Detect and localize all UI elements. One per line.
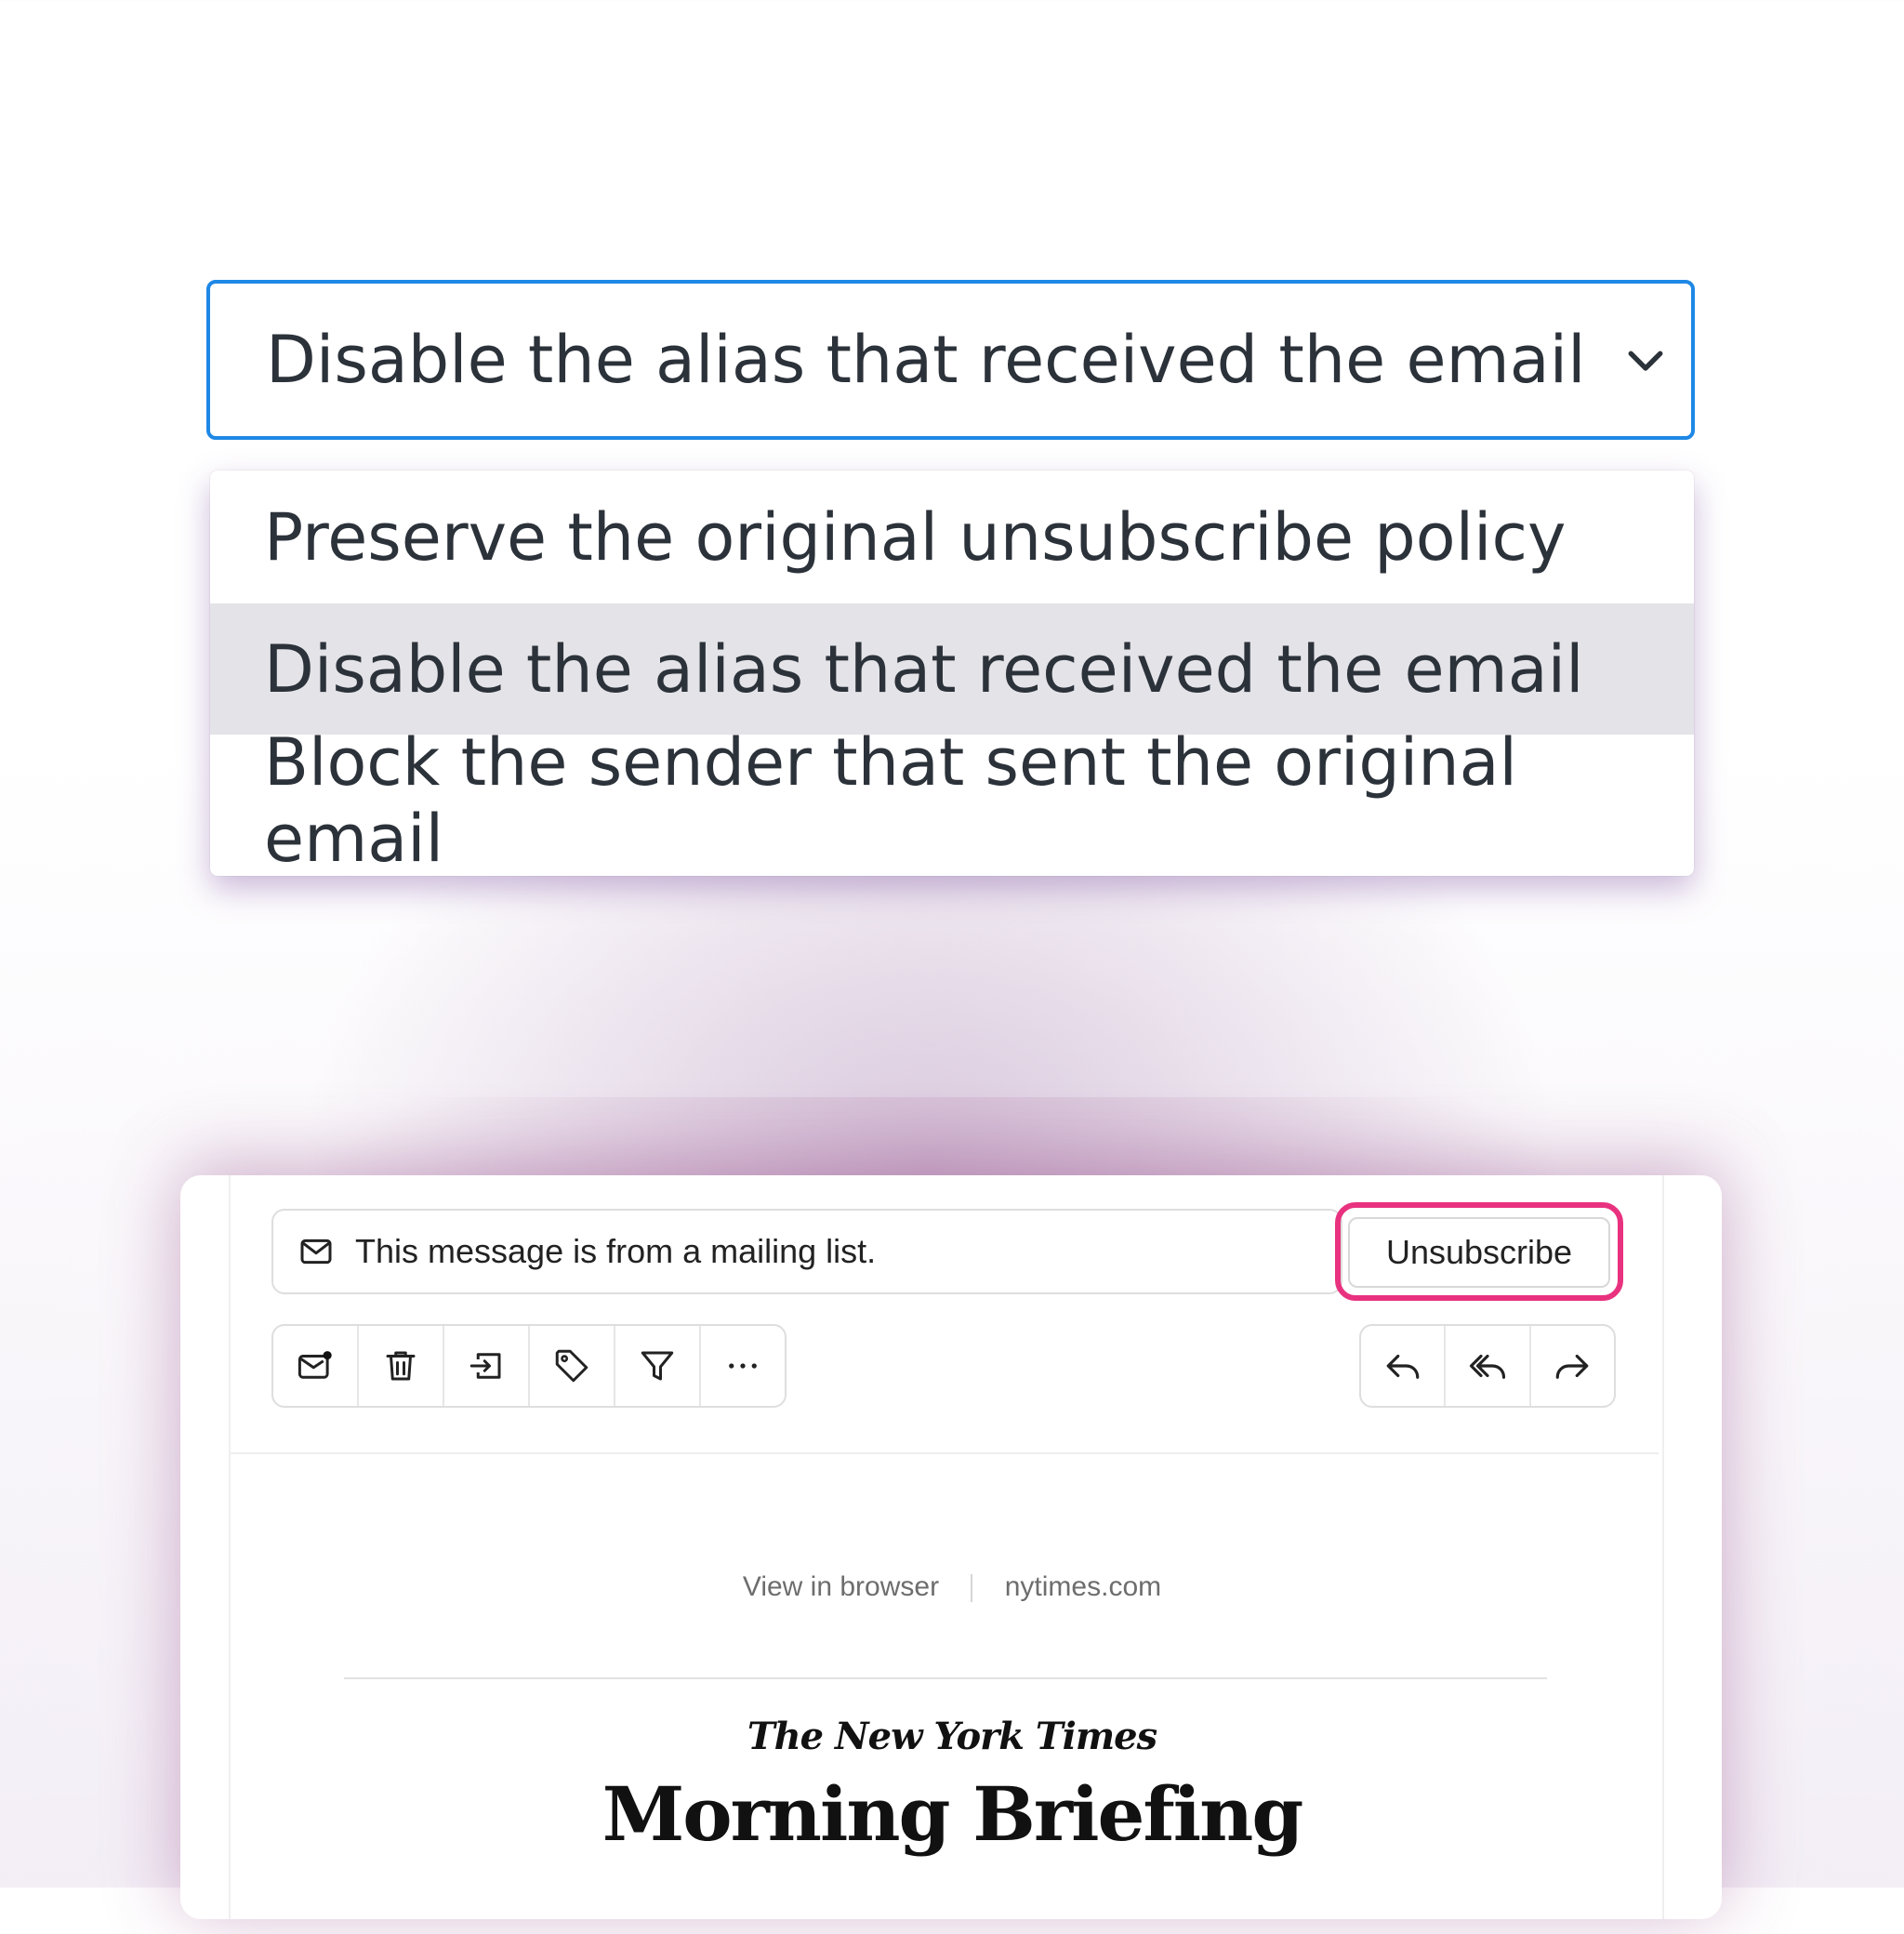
newsletter-title: Morning Briefing [602, 1770, 1304, 1858]
reply-icon [1386, 1354, 1419, 1379]
forward-icon [1555, 1354, 1589, 1379]
publication-logo: The New York Times [747, 1715, 1157, 1758]
link-separator [971, 1574, 973, 1603]
delete-button[interactable] [359, 1326, 444, 1406]
move-icon [469, 1353, 501, 1379]
envelope-icon [300, 1239, 332, 1265]
unsubscribe-label: Unsubscribe [1385, 1233, 1573, 1271]
filter-button[interactable] [615, 1326, 701, 1406]
header-divider [231, 1452, 1659, 1454]
select-options-menu: Preserve the original unsubscribe policy… [210, 470, 1694, 876]
option-label: Disable the alias that received the emai… [264, 630, 1584, 708]
filter-icon [641, 1351, 674, 1381]
site-link[interactable]: nytimes.com [1005, 1571, 1161, 1602]
forward-button[interactable] [1531, 1326, 1614, 1406]
more-icon [729, 1363, 757, 1369]
reply-button[interactable] [1361, 1326, 1447, 1406]
option-preserve-policy[interactable]: Preserve the original unsubscribe policy [210, 470, 1694, 603]
mark-unread-button[interactable] [273, 1326, 359, 1406]
alias-action-select[interactable]: Disable the alias that received the emai… [206, 280, 1695, 440]
reply-toolbar [1359, 1324, 1616, 1408]
move-button[interactable] [444, 1326, 530, 1406]
banner-text: This message is from a mailing list. [355, 1232, 877, 1270]
reply-all-button[interactable] [1446, 1326, 1531, 1406]
chevron-down-icon [1628, 351, 1663, 371]
content-divider [344, 1677, 1547, 1679]
mark-unread-icon [298, 1351, 332, 1379]
mailing-list-banner: This message is from a mailing list. [271, 1209, 1342, 1294]
trash-icon [386, 1351, 416, 1381]
select-current-value: Disable the alias that received the emai… [266, 322, 1586, 398]
label-button[interactable] [530, 1326, 615, 1406]
message-actions-toolbar [271, 1324, 787, 1408]
reply-all-icon [1469, 1354, 1506, 1379]
option-block-sender[interactable]: Block the sender that sent the original … [210, 724, 1694, 877]
view-in-browser-link[interactable]: View in browser [743, 1571, 939, 1602]
tag-icon [555, 1349, 588, 1383]
option-label: Preserve the original unsubscribe policy [264, 498, 1567, 576]
more-actions-button[interactable] [701, 1326, 785, 1406]
option-disable-alias[interactable]: Disable the alias that received the emai… [210, 603, 1694, 735]
unsubscribe-button[interactable]: Unsubscribe [1348, 1217, 1610, 1288]
newsletter-links: View in browser nytimes.com [0, 1571, 1904, 1603]
option-label: Block the sender that sent the original … [264, 723, 1517, 877]
